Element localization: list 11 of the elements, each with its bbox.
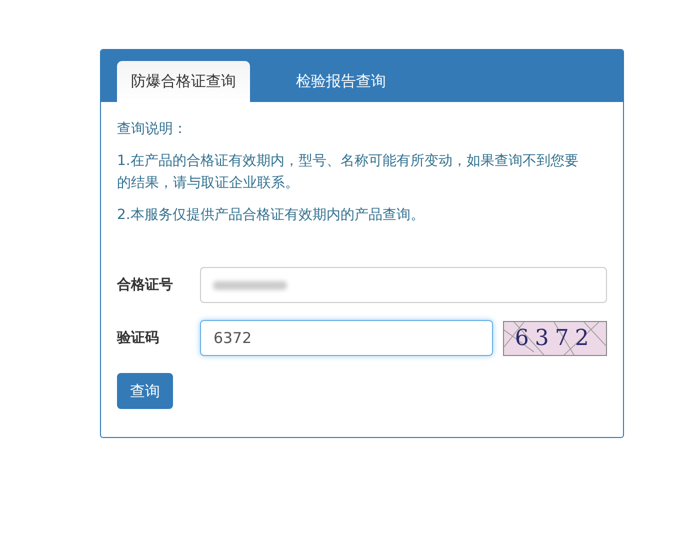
- tab[interactable]: 防爆合格证查询: [117, 61, 250, 102]
- field-label: 合格证号: [117, 276, 174, 294]
- field-label: 验证码: [117, 328, 160, 348]
- instruction-text: 1.在产品的合格证有效期内，型号、名称可能有所变动，如果查询不到您要的结果，请与取证企业联系。: [117, 152, 580, 193]
- query-button[interactable]: 查询: [117, 373, 173, 409]
- captcha-field[interactable]: 6372: [200, 320, 493, 356]
- instruction-text: 查询说明：: [117, 120, 188, 139]
- certificate-field[interactable]: [200, 267, 607, 303]
- instruction-text: 2.本服务仅提供产品合格证有效期内的产品查询。: [117, 206, 426, 225]
- tab[interactable]: 检验报告查询: [262, 61, 420, 102]
- captcha-image: 6372: [502, 320, 608, 356]
